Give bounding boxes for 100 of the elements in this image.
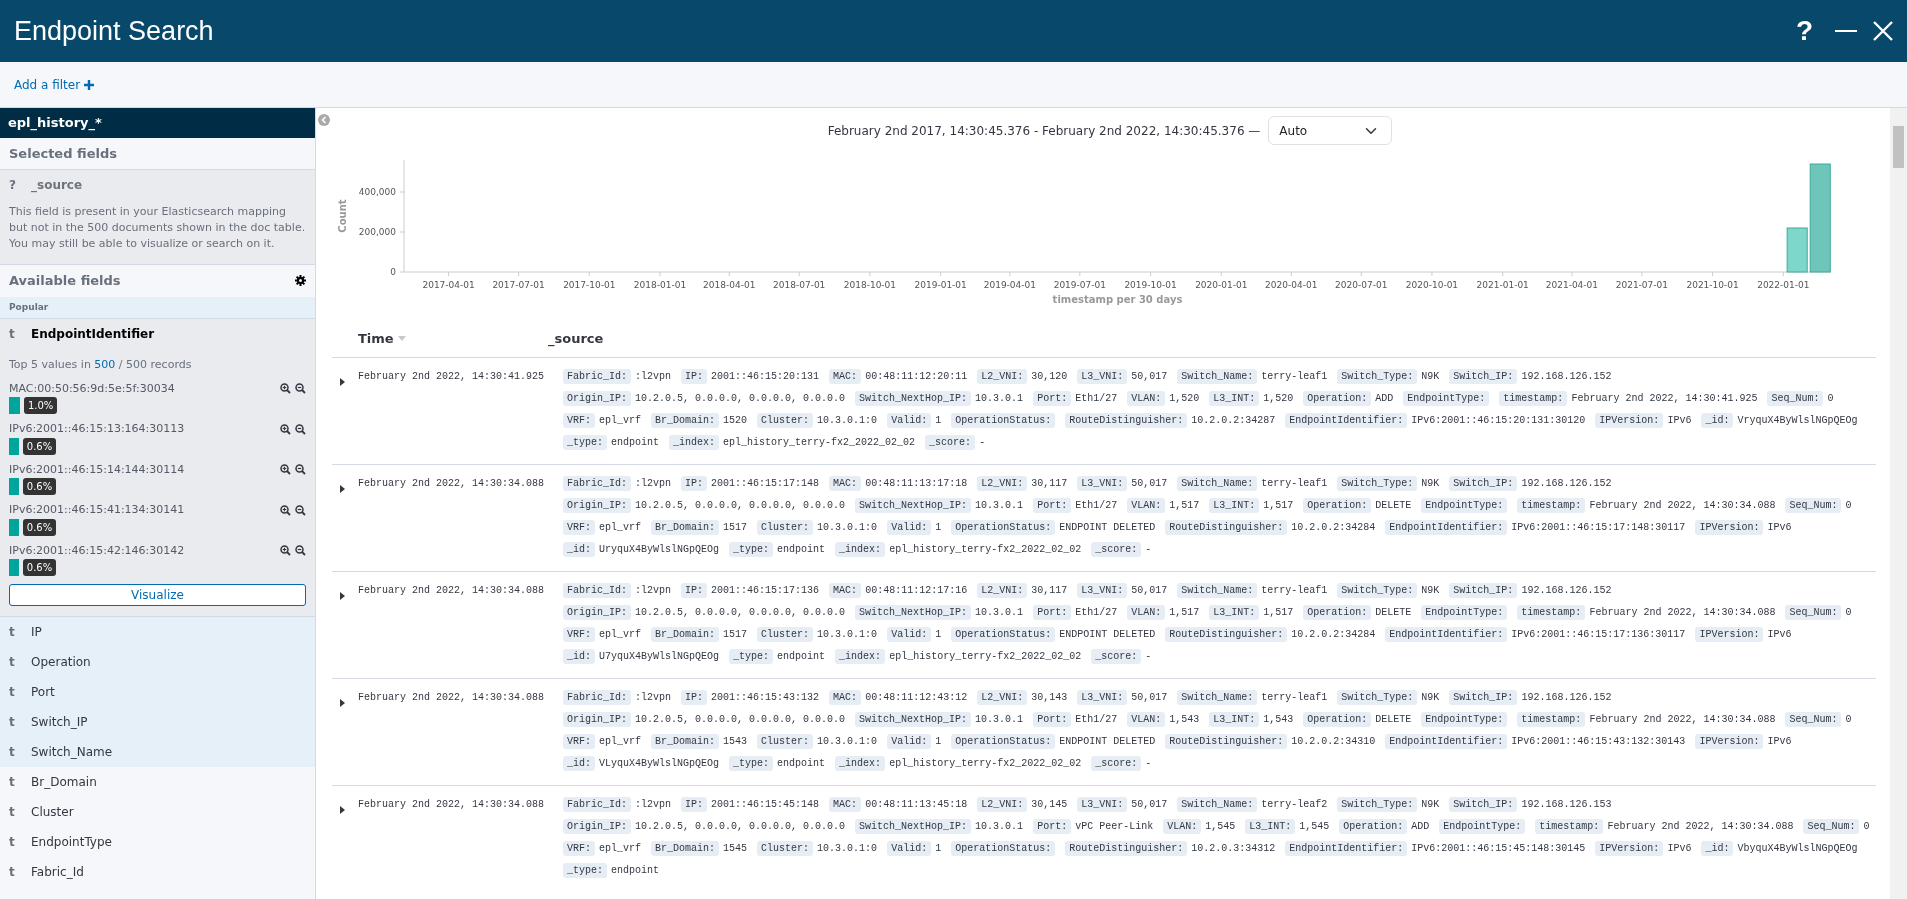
- x-tick-label: 2021-07-01: [1615, 280, 1668, 290]
- zoom-in-icon[interactable]: [280, 383, 291, 395]
- field-key: EndpointIdentifier:: [1385, 519, 1508, 535]
- x-tick-label: 2018-04-01: [703, 280, 756, 290]
- field-list-item[interactable]: t Port: [0, 677, 315, 707]
- field-name: Switch_IP: [31, 714, 88, 731]
- field-value: 30,145: [1031, 798, 1068, 810]
- expand-caret-icon[interactable]: [340, 378, 345, 386]
- field-key: _id:: [1701, 840, 1734, 856]
- field-key: _type:: [563, 862, 607, 878]
- interval-select[interactable]: Auto: [1268, 116, 1393, 145]
- field-list-item[interactable]: t Cluster: [0, 797, 315, 827]
- field-key: Fabric_Id:: [563, 689, 631, 705]
- field-key: L3_VNI:: [1077, 368, 1128, 384]
- field-key: Fabric_Id:: [563, 368, 631, 384]
- field-type-label: t: [9, 864, 16, 881]
- field-key: _index:: [669, 434, 720, 450]
- field-value: 10.3.0.1:0: [817, 735, 878, 747]
- zoom-out-icon[interactable]: [295, 545, 306, 557]
- expand-caret-icon[interactable]: [340, 592, 345, 600]
- field-value: epl_vrf: [599, 414, 642, 426]
- field-value: 00:48:11:12:20:11: [865, 370, 968, 382]
- x-tick-label: 2019-04-01: [983, 280, 1036, 290]
- minimize-icon[interactable]: [1835, 29, 1857, 33]
- field-list-item[interactable]: t EndpointType: [0, 827, 315, 857]
- field-key: Switch_Name:: [1177, 582, 1258, 598]
- field-key: Valid:: [887, 840, 932, 856]
- field-key: Origin_IP:: [563, 711, 631, 727]
- field-value: terry-leaf1: [1261, 584, 1328, 596]
- field-value: :l2vpn: [635, 691, 672, 703]
- zoom-in-icon[interactable]: [280, 504, 291, 516]
- field-value: 30,143: [1031, 691, 1068, 703]
- expand-caret-icon[interactable]: [340, 485, 345, 493]
- field-list-item[interactable]: t Switch_Name: [0, 737, 315, 767]
- zoom-in-icon[interactable]: [280, 464, 291, 476]
- field-key: Switch_IP:: [1449, 475, 1518, 491]
- close-icon[interactable]: [1873, 21, 1893, 41]
- field-key: EndpointType:: [1421, 711, 1508, 727]
- zoom-out-icon[interactable]: [295, 504, 306, 516]
- help-button[interactable]: ?: [1789, 10, 1819, 52]
- field-key: Port:: [1033, 818, 1072, 834]
- visualize-button[interactable]: Visualize: [9, 584, 306, 606]
- records-link[interactable]: 500: [94, 358, 116, 371]
- field-list-item[interactable]: t EndpointIdentifier: [0, 319, 315, 349]
- percent-label: 1.0%: [23, 397, 58, 414]
- x-tick-label: 2018-10-01: [843, 280, 897, 290]
- field-value: VLyquX4ByWlslNGpQEOg: [599, 757, 720, 769]
- field-value: 1: [935, 842, 942, 854]
- field-list-item[interactable]: t Br_Domain: [0, 767, 315, 797]
- field-type-label: ?: [9, 177, 17, 194]
- field-value: 1543: [723, 735, 748, 747]
- field-list-item[interactable]: t Switch_IP: [0, 707, 315, 737]
- scrollbar[interactable]: [1890, 108, 1907, 899]
- field-key: VRF:: [563, 412, 595, 428]
- field-type-label: t: [9, 804, 16, 821]
- expand-caret-icon[interactable]: [340, 806, 345, 814]
- field-name: Operation: [31, 654, 91, 671]
- zoom-out-icon[interactable]: [295, 464, 306, 476]
- field-value: 30,120: [1031, 370, 1068, 382]
- field-value: IPv6: [1667, 414, 1692, 426]
- percent-label: 0.6%: [22, 518, 57, 536]
- field-key: Valid:: [887, 519, 932, 535]
- field-key: L3_VNI:: [1077, 475, 1128, 491]
- expand-caret-icon[interactable]: [340, 699, 345, 707]
- index-pattern-title[interactable]: epl_history_*: [0, 108, 315, 138]
- zoom-in-icon[interactable]: [280, 423, 291, 435]
- column-header[interactable]: Time: [358, 329, 548, 349]
- x-tick-label: 2021-04-01: [1545, 280, 1599, 290]
- field-value: VbyquX4ByWlslNGpQEOg: [1737, 842, 1858, 854]
- field-list-item[interactable]: t Fabric_Id: [0, 857, 315, 887]
- zoom-in-icon[interactable]: [280, 545, 291, 557]
- field-key: _type:: [563, 434, 607, 450]
- x-axis-title: timestamp per 30 days: [1052, 294, 1183, 305]
- field-name[interactable]: _source: [31, 176, 83, 194]
- field-key: Switch_Type:: [1337, 689, 1418, 705]
- field-value: 00:48:11:13:45:18: [865, 798, 968, 810]
- column-header[interactable]: _source: [548, 329, 604, 349]
- field-key: Switch_IP:: [1449, 689, 1518, 705]
- field-key: _type:: [729, 755, 774, 771]
- field-list-item[interactable]: t IP: [0, 617, 315, 647]
- zoom-out-icon[interactable]: [295, 383, 306, 395]
- field-key: Seq_Num:: [1785, 711, 1842, 727]
- field-key: Origin_IP:: [563, 818, 631, 834]
- field-value: 10.2.0.2:34284: [1291, 628, 1376, 640]
- table-cell-text: February 2nd 2022, 14:30:34.088: [358, 583, 546, 598]
- field-key: L3_INT:: [1209, 604, 1260, 620]
- field-list-item[interactable]: t Operation: [0, 647, 315, 677]
- field-value: IPv6: [1767, 628, 1792, 640]
- field-type-label: t: [9, 714, 16, 731]
- field-key: IPVersion:: [1695, 519, 1764, 535]
- section-heading: Selected fields: [8, 144, 118, 163]
- field-value: 10.2.0.5, 0.0.0.0, 0.0.0.0, 0.0.0.0: [635, 820, 846, 832]
- field-value: :l2vpn: [635, 798, 672, 810]
- add-filter-link[interactable]: Add a filter: [14, 75, 95, 94]
- scrollbar-thumb[interactable]: [1893, 126, 1904, 168]
- field-key: L2_VNI:: [977, 689, 1028, 705]
- gear-icon[interactable]: [295, 275, 306, 287]
- zoom-out-icon[interactable]: [295, 423, 306, 435]
- field-value: 10.2.0.5, 0.0.0.0, 0.0.0.0, 0.0.0.0: [635, 499, 846, 511]
- field-note: This field is present in your Elasticsearch mapping but not in the 500 documents shown in the doc table. You may still be able to visualize or search on it.: [9, 204, 306, 252]
